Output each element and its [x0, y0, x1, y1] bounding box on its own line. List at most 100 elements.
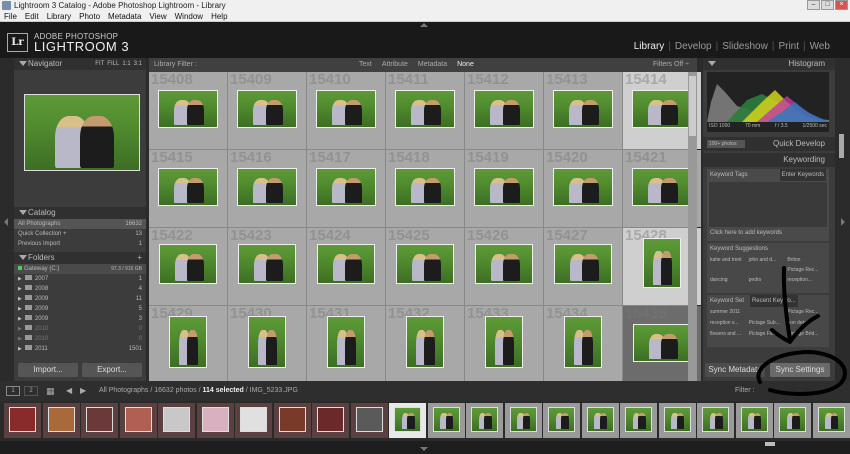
- page-1-button[interactable]: 1: [6, 386, 20, 396]
- photo-thumbnail[interactable]: [406, 316, 444, 368]
- left-panel-toggle-icon[interactable]: [4, 218, 8, 226]
- filmstrip-cell[interactable]: [466, 403, 503, 438]
- keyword-set-item[interactable]: [749, 307, 788, 318]
- filmstrip-thumbnail[interactable]: [47, 407, 75, 432]
- filter-tab-text[interactable]: Text: [359, 58, 372, 72]
- disclosure-triangle-icon[interactable]: ▶: [18, 326, 22, 332]
- minimize-button[interactable]: –: [807, 0, 820, 10]
- filmstrip-thumbnail[interactable]: [394, 407, 421, 432]
- module-library[interactable]: Library: [634, 41, 665, 52]
- grid-cell[interactable]: 15419: [465, 150, 543, 227]
- filmstrip-thumbnail[interactable]: [355, 407, 383, 432]
- preset-select[interactable]: 100+ photos: [707, 140, 745, 148]
- keyword-suggestion[interactable]: john and d...: [749, 255, 788, 265]
- filmstrip-cell[interactable]: [735, 403, 773, 438]
- export-button[interactable]: Export...: [82, 363, 142, 377]
- photo-thumbnail[interactable]: [474, 90, 534, 128]
- keyword-set-item[interactable]: summer 2011: [710, 307, 749, 318]
- filmstrip-scrollbar[interactable]: [0, 441, 850, 454]
- keywording-header[interactable]: Keywording: [703, 153, 835, 167]
- filmstrip-cell[interactable]: [504, 403, 542, 438]
- keyword-set-item[interactable]: reception v...: [710, 318, 749, 329]
- grid-cell[interactable]: 15410: [307, 72, 385, 149]
- photo-thumbnail[interactable]: [553, 168, 613, 206]
- photo-thumbnail[interactable]: [632, 168, 692, 206]
- filter-tab-attribute[interactable]: Attribute: [382, 58, 408, 72]
- menu-window[interactable]: Window: [175, 11, 203, 21]
- folder-item[interactable]: ▶ 2007 1: [14, 274, 146, 284]
- zoom-1-1[interactable]: 1:1: [122, 58, 130, 70]
- keyword-set-item[interactable]: Pictage Rec...: [787, 307, 826, 318]
- module-web[interactable]: Web: [810, 41, 830, 52]
- grid-cell[interactable]: 15425: [386, 228, 464, 305]
- grid-cell[interactable]: 15412: [465, 72, 543, 149]
- grid-cell[interactable]: 15416: [228, 150, 306, 227]
- filmstrip-thumbnail[interactable]: [702, 407, 729, 432]
- sync-metadata-button[interactable]: Sync Metadata: [705, 363, 765, 377]
- filmstrip-thumbnail[interactable]: [432, 407, 460, 432]
- keyword-suggestion[interactable]: dancing: [710, 275, 749, 285]
- photo-thumbnail[interactable]: [238, 244, 296, 284]
- photo-thumbnail[interactable]: [474, 168, 534, 206]
- add-folder-icon[interactable]: +: [137, 252, 142, 264]
- filters-off-menu[interactable]: Filters Off ÷: [653, 58, 689, 72]
- filmstrip-thumbnail[interactable]: [278, 407, 306, 432]
- photo-thumbnail[interactable]: [237, 90, 297, 128]
- keyword-tags-mode[interactable]: Enter Keywords: [779, 169, 826, 181]
- grid-cell[interactable]: 15415: [149, 150, 227, 227]
- filmstrip-cell[interactable]: [235, 403, 272, 438]
- grid-cell[interactable]: 15431: [307, 306, 385, 383]
- disclosure-triangle-icon[interactable]: ▶: [18, 336, 22, 342]
- grid-cell[interactable]: 15409: [228, 72, 306, 149]
- disclosure-triangle-icon[interactable]: ▶: [18, 316, 22, 322]
- histogram-graph[interactable]: ISO 1000 70 mm f / 3.5 1/2500 sec: [707, 72, 829, 132]
- volume-row[interactable]: Gateway (C:) 97.3 / 916 GB: [14, 264, 146, 274]
- filmstrip-cell[interactable]: [427, 403, 465, 438]
- right-panel-scrollbar[interactable]: [839, 134, 844, 158]
- top-panel-toggle-icon[interactable]: [420, 23, 428, 27]
- grid-cell[interactable]: 15423: [228, 228, 306, 305]
- folder-item[interactable]: ▶ 2009 5: [14, 304, 146, 314]
- keyword-set-item[interactable]: flowers and ...: [710, 329, 749, 340]
- folder-item[interactable]: ▶ 2011 1501: [14, 344, 146, 354]
- photo-thumbnail[interactable]: [632, 90, 692, 128]
- keyword-suggestion[interactable]: pedro: [749, 275, 788, 285]
- menu-library[interactable]: Library: [47, 11, 71, 21]
- grid-cell[interactable]: 15433: [465, 306, 543, 383]
- catalog-item-all[interactable]: All Photographs 16632: [14, 219, 146, 229]
- filter-tab-none[interactable]: None: [457, 58, 474, 72]
- photo-thumbnail[interactable]: [396, 244, 454, 284]
- grid-cell[interactable]: 15413: [544, 72, 622, 149]
- quick-develop-header[interactable]: 100+ photos Quick Develop: [703, 137, 835, 151]
- filmstrip-thumbnail[interactable]: [124, 407, 152, 432]
- photo-thumbnail[interactable]: [316, 168, 376, 206]
- filmstrip-cell[interactable]: [389, 403, 426, 438]
- catalog-item-quick[interactable]: Quick Collection + 13: [14, 229, 146, 239]
- import-button[interactable]: Import...: [18, 363, 78, 377]
- filmstrip-cell[interactable]: [812, 403, 850, 438]
- grid-cell[interactable]: 15424: [307, 228, 385, 305]
- filmstrip-thumbnail[interactable]: [86, 407, 113, 432]
- folder-item[interactable]: ▶ 2010 0: [14, 324, 146, 334]
- menu-edit[interactable]: Edit: [25, 11, 39, 21]
- keyword-tags-area[interactable]: Keyword Tags Enter Keywords Click here t…: [707, 169, 829, 241]
- grid-cell[interactable]: 15432: [386, 306, 464, 383]
- folder-item[interactable]: ▶ 2010 0: [14, 334, 146, 344]
- folder-item[interactable]: ▶ 2009 3: [14, 314, 146, 324]
- photo-thumbnail[interactable]: [327, 316, 365, 368]
- grid-view-icon[interactable]: ▦: [46, 381, 55, 401]
- filmstrip-thumbnail[interactable]: [817, 407, 845, 432]
- filmstrip-scroll-thumb[interactable]: [765, 442, 775, 446]
- menu-file[interactable]: File: [4, 11, 17, 21]
- photo-thumbnail[interactable]: [237, 168, 297, 206]
- catalog-header[interactable]: Catalog: [14, 207, 146, 219]
- disclosure-triangle-icon[interactable]: ▶: [18, 296, 22, 302]
- photo-thumbnail[interactable]: [633, 324, 691, 362]
- keyword-suggestion[interactable]: [749, 265, 788, 275]
- photo-thumbnail[interactable]: [169, 316, 207, 368]
- filmstrip-cell[interactable]: [81, 403, 118, 438]
- menu-help[interactable]: Help: [211, 11, 227, 21]
- photo-thumbnail[interactable]: [475, 244, 533, 284]
- filmstrip-cell[interactable]: [312, 403, 349, 438]
- filmstrip-cell[interactable]: [350, 403, 388, 438]
